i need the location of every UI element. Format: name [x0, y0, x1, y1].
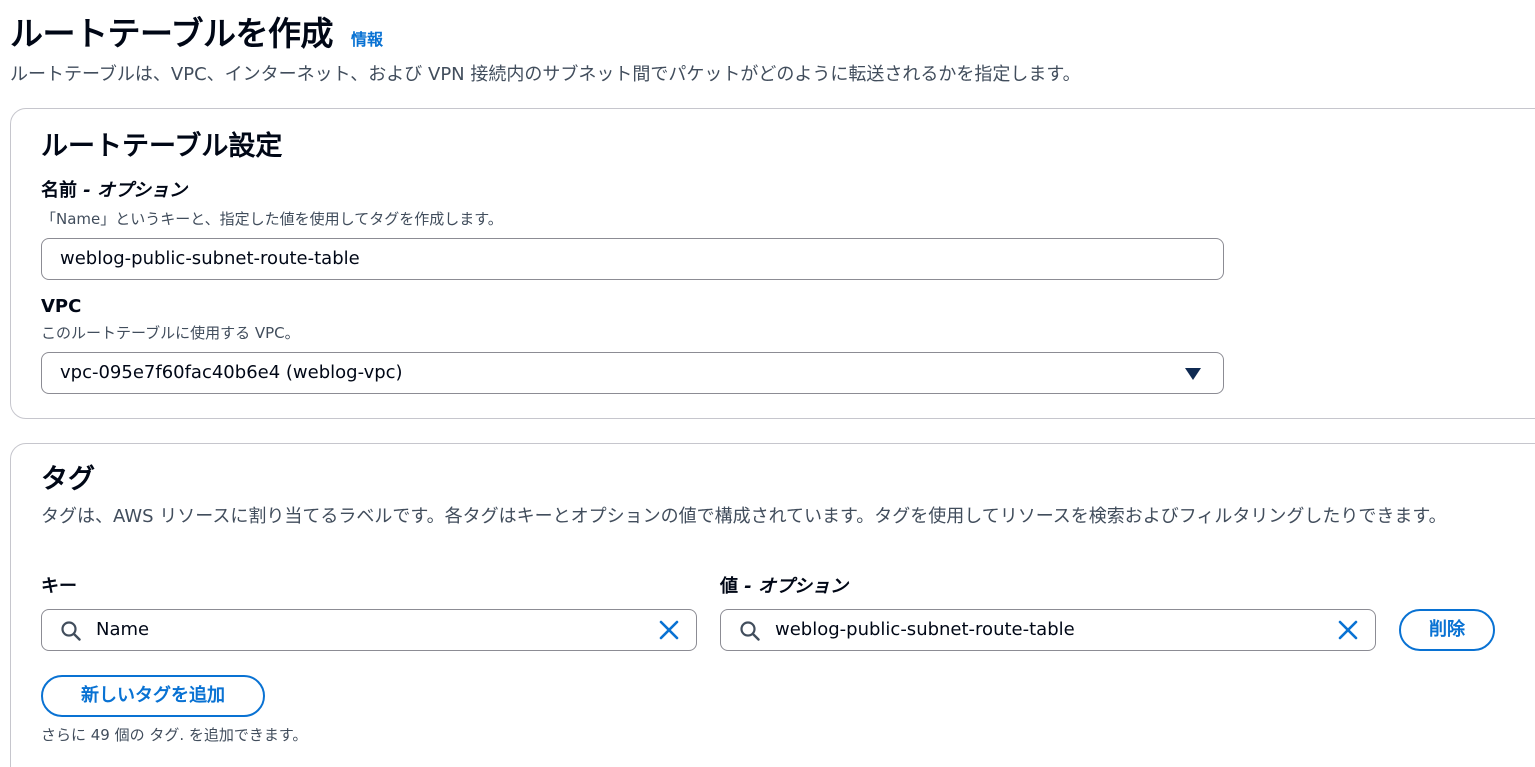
- name-input-value: weblog-public-subnet-route-table: [60, 248, 360, 269]
- remove-tag-button[interactable]: 削除: [1399, 609, 1495, 651]
- name-field-description: 「Name」というキーと、指定した値を使用してタグを作成します。: [41, 210, 503, 228]
- name-label-text: 名前: [41, 180, 77, 201]
- vpc-field-label: VPC: [41, 296, 82, 317]
- search-icon: [740, 621, 760, 641]
- vpc-field-description: このルートテーブルに使用する VPC。: [41, 324, 300, 342]
- create-route-table-page: ルートテーブルを作成 情報 ルートテーブルは、VPC、インターネット、および V…: [0, 0, 1535, 767]
- page-description: ルートテーブルは、VPC、インターネット、および VPN 接続内のサブネット間で…: [10, 64, 1081, 85]
- tag-value-optional-text: - オプション: [738, 576, 849, 597]
- tag-value-input[interactable]: weblog-public-subnet-route-table: [720, 609, 1376, 651]
- tag-value-label: 値 - オプション: [720, 575, 848, 599]
- page-title: ルートテーブルを作成: [10, 14, 334, 53]
- settings-section-title: ルートテーブル設定: [41, 131, 283, 162]
- tag-key-label: キー: [41, 576, 77, 597]
- tag-value-value: weblog-public-subnet-route-table: [775, 619, 1075, 640]
- clear-icon[interactable]: [1337, 619, 1359, 641]
- tag-value-label-text: 値: [720, 576, 738, 597]
- clear-icon[interactable]: [658, 619, 680, 641]
- vpc-select-value: vpc-095e7f60fac40b6e4 (weblog-vpc): [60, 362, 403, 383]
- vpc-select[interactable]: vpc-095e7f60fac40b6e4 (weblog-vpc): [41, 352, 1224, 394]
- page-header: ルートテーブルを作成 情報: [10, 12, 383, 56]
- search-icon: [61, 621, 81, 641]
- add-tag-button[interactable]: 新しいタグを追加: [41, 675, 265, 717]
- page-title-row: ルートテーブルを作成 情報: [10, 12, 383, 56]
- name-optional-text: - オプション: [77, 180, 188, 201]
- info-link[interactable]: 情報: [351, 26, 383, 50]
- tags-section-title: タグ: [41, 464, 95, 495]
- tags-container: タグ タグは、AWS リソースに割り当てるラベルです。各タグはキーとオプションの…: [10, 443, 1535, 767]
- tag-key-input[interactable]: Name: [41, 609, 697, 651]
- caret-down-icon: [1185, 368, 1201, 380]
- remaining-tags-text: さらに 49 個の タグ. を追加できます。: [41, 726, 308, 744]
- route-table-settings-container: ルートテーブル設定 名前 - オプション 「Name」というキーと、指定した値を…: [10, 108, 1535, 419]
- name-input[interactable]: weblog-public-subnet-route-table: [41, 238, 1224, 280]
- name-field-label: 名前 - オプション: [41, 179, 187, 203]
- tags-description: タグは、AWS リソースに割り当てるラベルです。各タグはキーとオプションの値で構…: [41, 506, 1447, 527]
- tag-key-value: Name: [96, 619, 150, 640]
